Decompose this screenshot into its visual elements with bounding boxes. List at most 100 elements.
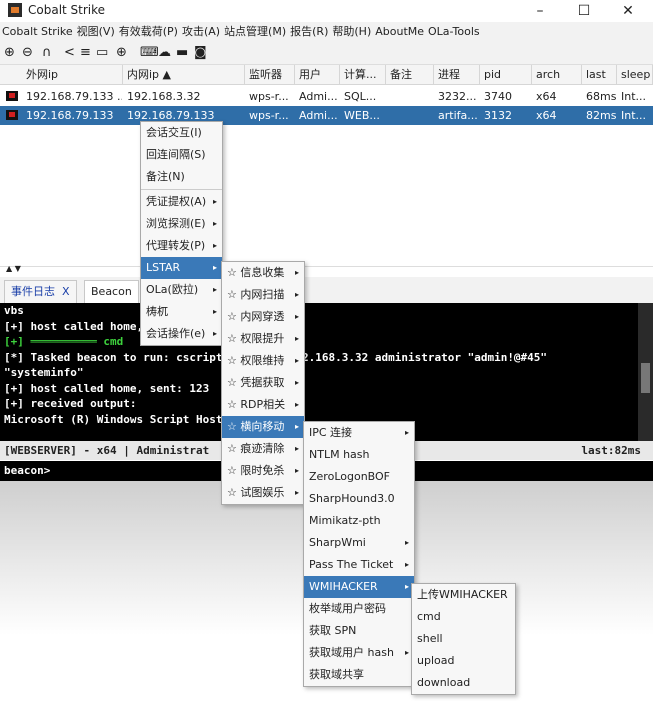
menu-item-enum-domain-password[interactable]: 枚举域用户密码 — [304, 598, 414, 620]
menu-item-download[interactable]: download — [412, 672, 515, 694]
menu-site-management[interactable]: 站点管理(M) — [222, 22, 288, 42]
scrollbar-thumb[interactable] — [641, 363, 650, 393]
menu-item-intranet-tunnel[interactable]: ☆ 内网穿透 ▸ — [222, 306, 304, 328]
menu-item-shell[interactable]: shell — [412, 628, 515, 650]
plus-circle-icon[interactable]: ⊕ — [4, 45, 15, 61]
menu-aboutme[interactable]: AboutMe — [373, 22, 426, 42]
menu-item-entertainment[interactable]: ☆ 试图娱乐 ▸ — [222, 482, 304, 504]
menu-item-session-ops[interactable]: 会话操作(e) ▸ — [141, 323, 222, 345]
menu-item-privilege-escalation[interactable]: ☆ 权限提升 ▸ — [222, 328, 304, 350]
camera-icon[interactable]: ◙ — [194, 45, 207, 61]
menu-item-persistence[interactable]: ☆ 权限维持 ▸ — [222, 350, 304, 372]
menu-item-ipc[interactable]: IPC 连接 ▸ — [304, 422, 414, 444]
cell-computer: WEB... — [344, 109, 380, 122]
menu-item-mimikatz-pth[interactable]: Mimikatz-pth — [304, 510, 414, 532]
menu-ola-tools[interactable]: OLa-Tools — [426, 22, 482, 42]
keyboard-icon[interactable]: ⌨ — [140, 45, 159, 61]
menu-item-get-domain-share[interactable]: 获取域共享 — [304, 664, 414, 686]
cell-listener: wps-r... — [249, 109, 289, 122]
table-row-selected[interactable]: 192.168.79.133 192.168.79.133 wps-r... A… — [0, 106, 653, 125]
menu-item-cmd[interactable]: cmd — [412, 606, 515, 628]
col-pid[interactable]: pid — [480, 65, 532, 85]
menu-item-ola[interactable]: OLa(欧拉) ▸ — [141, 279, 222, 301]
toolbar: ⊕ ⊖ ∩ < ≡ ▭ ⊕ ⌨ ☁ ▬ ◙ — [0, 42, 653, 65]
menu-item-explore[interactable]: 浏览探测(E) ▸ — [141, 213, 222, 235]
menu-item-av-evasion[interactable]: ☆ 限时免杀 ▸ — [222, 460, 304, 482]
menu-item-pivoting[interactable]: 代理转发(P) ▸ — [141, 235, 222, 257]
cell-computer: SQL... — [344, 90, 377, 103]
col-last[interactable]: last — [582, 65, 617, 85]
menu-item-ntlm-hash[interactable]: NTLM hash — [304, 444, 414, 466]
col-computer[interactable]: 计算... — [340, 65, 386, 85]
cell-arch: x64 — [536, 109, 557, 122]
table-row[interactable]: 192.168.79.133 ... 192.168.3.32 wps-r...… — [0, 87, 653, 106]
menu-item-credential-dump[interactable]: ☆ 凭据获取 ▸ — [222, 372, 304, 394]
tab-close-icon[interactable]: X — [62, 285, 70, 298]
menu-attack[interactable]: 攻击(A) — [180, 22, 222, 42]
cell-listener: wps-r... — [249, 90, 289, 103]
cell-internal-ip: 192.168.3.32 — [127, 90, 201, 103]
col-listener[interactable]: 监听器 — [245, 65, 295, 85]
cell-arch: x64 — [536, 90, 557, 103]
screen-icon[interactable]: ▭ — [96, 45, 108, 61]
minus-circle-icon[interactable]: ⊖ — [22, 45, 33, 61]
cell-user: Admi... — [299, 90, 338, 103]
menu-item-info-gather[interactable]: ☆ 信息收集 ▸ — [222, 262, 304, 284]
beacon-icon — [6, 110, 18, 120]
menu-item-sharpwmi[interactable]: SharpWmi ▸ — [304, 532, 414, 554]
menu-item-upload[interactable]: upload — [412, 650, 515, 672]
menu-item-rdp[interactable]: ☆ RDP相关 ▸ — [222, 394, 304, 416]
monitor-icon[interactable]: ▬ — [176, 45, 188, 61]
menu-item-wmihacker[interactable]: WMIHACKER ▸ — [304, 576, 414, 598]
cell-process: 3232... — [438, 90, 477, 103]
menu-item-get-domain-hash[interactable]: 获取域用户 hash ▸ — [304, 642, 414, 664]
tab-beacon[interactable]: Beacon — [84, 280, 139, 303]
menu-report[interactable]: 报告(R) — [288, 22, 330, 42]
menu-item-zerologon[interactable]: ZeroLogonBOF — [304, 466, 414, 488]
prompt-label: beacon> — [4, 464, 51, 477]
col-external-ip[interactable]: 外网ip — [0, 65, 123, 85]
tab-event-log[interactable]: 事件日志 X — [4, 280, 77, 303]
share-icon[interactable]: < — [64, 45, 75, 61]
maximize-button[interactable]: ☐ — [562, 0, 606, 22]
menu-item-lateral-movement[interactable]: ☆ 横向移动 ▸ — [222, 416, 304, 438]
menu-item-lstar[interactable]: LSTAR ▸ — [141, 257, 222, 279]
status-last: last:82ms — [581, 444, 641, 457]
menu-item-sharphound[interactable]: SharpHound3.0 — [304, 488, 414, 510]
lstar-submenu: ☆ 信息收集 ▸ ☆ 内网扫描 ▸ ☆ 内网穿透 ▸ ☆ 权限提升 ▸ ☆ 权限维持 ▸ … — [221, 261, 305, 505]
menu-item-get-spn[interactable]: 获取 SPN — [304, 620, 414, 642]
col-arch[interactable]: arch — [532, 65, 582, 85]
menu-item-intranet-scan[interactable]: ☆ 内网扫描 ▸ — [222, 284, 304, 306]
headphones-icon[interactable]: ∩ — [42, 45, 52, 61]
console-line: [*] Tasked beacon to run: cscript vbs /c… — [4, 350, 548, 364]
console-line: [+] ══════════ cmd — [4, 335, 124, 348]
menu-item-credential-escalate[interactable]: 凭证提权(A) ▸ — [141, 191, 222, 213]
context-menu: 会话交互(I) 回连间隔(S) 备注(N) 凭证提权(A) ▸ 浏览探测(E) ▸ … — [140, 121, 223, 346]
globe-icon[interactable]: ⊕ — [116, 45, 127, 61]
minimize-button[interactable]: – — [518, 0, 562, 22]
pane-splitter[interactable]: ▲ ▼ — [0, 264, 653, 277]
menu-item-sleep[interactable]: 回连间隔(S) — [141, 144, 222, 166]
col-note[interactable]: 备注 — [386, 65, 434, 85]
menu-item-upload-wmihacker[interactable]: 上传WMIHACKER — [412, 584, 515, 606]
close-button[interactable]: ✕ — [606, 0, 650, 22]
menu-item-note[interactable]: 备注(N) — [141, 166, 222, 188]
menu-item-trace-clean[interactable]: ☆ 痕迹清除 ▸ — [222, 438, 304, 460]
col-internal-ip[interactable]: 内网ip ▲ — [123, 65, 245, 85]
menu-help[interactable]: 帮助(H) — [330, 22, 373, 42]
list-icon[interactable]: ≡ — [80, 45, 91, 61]
menu-item-session-interact[interactable]: 会话交互(I) — [141, 122, 222, 144]
menu-view[interactable]: 视图(V) — [75, 22, 117, 42]
menu-payload[interactable]: 有效载荷(P) — [117, 22, 180, 42]
menu-cobalt-strike[interactable]: Cobalt Strike — [0, 22, 75, 42]
window-title: Cobalt Strike — [28, 3, 106, 17]
console-scrollbar[interactable] — [638, 303, 653, 441]
col-process[interactable]: 进程 — [434, 65, 480, 85]
menu-item-pass-the-ticket[interactable]: Pass The Ticket ▸ — [304, 554, 414, 576]
console-line: [+] host called home, sent: 123 — [4, 381, 210, 395]
cell-pid: 3132 — [484, 109, 512, 122]
col-user[interactable]: 用户 — [295, 65, 340, 85]
cloud-icon[interactable]: ☁ — [158, 45, 171, 61]
menu-item-taowu[interactable]: 梼杌 ▸ — [141, 301, 222, 323]
col-sleep[interactable]: sleep — [617, 65, 653, 85]
